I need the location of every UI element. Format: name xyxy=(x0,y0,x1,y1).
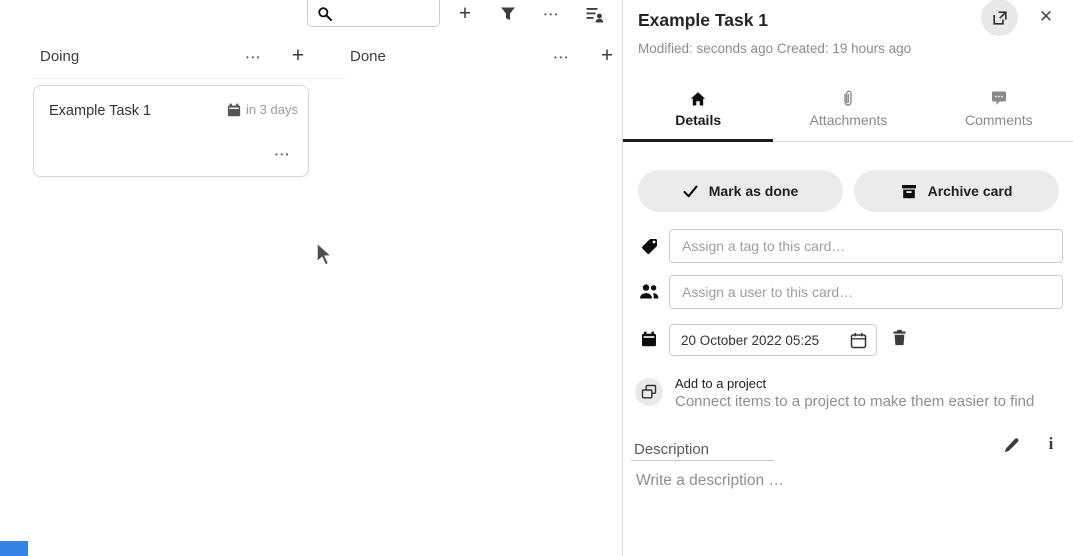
plus-icon: + xyxy=(292,46,304,66)
list-assignee-icon xyxy=(586,6,604,23)
task-card[interactable]: Example Task 1 in 3 days ••• xyxy=(33,85,309,177)
column-title-done: Done xyxy=(350,48,386,65)
board-menu-button[interactable]: ••• xyxy=(539,6,565,22)
mark-as-done-label: Mark as done xyxy=(709,183,798,199)
add-card-button[interactable]: + xyxy=(453,3,477,25)
add-to-project-button[interactable] xyxy=(635,378,663,406)
mark-as-done-button[interactable]: Mark as done xyxy=(638,170,843,212)
filter-funnel-icon xyxy=(500,6,516,22)
doing-column-menu-button[interactable]: ••• xyxy=(241,50,267,64)
search-box[interactable] xyxy=(307,0,440,27)
tag-icon xyxy=(641,237,659,255)
users-icon xyxy=(639,283,659,300)
info-icon: i xyxy=(1049,434,1054,453)
add-to-project-title: Add to a project xyxy=(675,376,766,391)
plus-icon: + xyxy=(601,46,613,66)
task-card-due: in 3 days xyxy=(227,102,298,117)
search-input[interactable] xyxy=(338,4,433,24)
paperclip-icon xyxy=(842,90,854,107)
more-icon: ••• xyxy=(275,150,291,159)
description-info-button[interactable]: i xyxy=(1041,434,1061,454)
tab-details[interactable]: Details xyxy=(623,82,773,141)
more-icon: ••• xyxy=(246,53,262,62)
description-underline xyxy=(631,460,774,461)
tab-label: Comments xyxy=(965,112,1033,128)
search-icon xyxy=(317,6,333,22)
task-details-panel: Example Task 1 Modified: seconds ago Cre… xyxy=(622,0,1073,556)
open-calendar-icon[interactable] xyxy=(850,332,867,349)
doing-add-card-button[interactable]: + xyxy=(287,45,309,67)
tab-comments[interactable]: Comments xyxy=(924,82,1073,141)
tab-label: Attachments xyxy=(810,112,888,128)
archive-card-button[interactable]: Archive card xyxy=(854,170,1059,212)
plus-icon: + xyxy=(459,4,471,24)
panel-meta: Modified: seconds ago Created: 19 hours … xyxy=(638,41,911,56)
filter-button[interactable] xyxy=(498,5,518,23)
mouse-cursor xyxy=(313,241,335,269)
more-icon: ••• xyxy=(544,10,560,19)
due-date-icon xyxy=(641,331,657,347)
description-placeholder[interactable]: Write a description … xyxy=(636,472,784,490)
add-to-project-subtitle: Connect items to a project to make them … xyxy=(675,393,1034,410)
comment-icon xyxy=(991,90,1007,107)
doing-column-separator xyxy=(33,78,345,79)
description-label: Description xyxy=(634,441,709,458)
board-view-toggle-button[interactable] xyxy=(584,4,606,24)
done-column-menu-button[interactable]: ••• xyxy=(549,50,575,64)
due-label: in 3 days xyxy=(246,102,298,117)
more-icon: ••• xyxy=(554,53,570,62)
assign-user-input[interactable] xyxy=(669,275,1063,309)
assign-tag-input[interactable] xyxy=(669,229,1063,263)
check-icon xyxy=(683,185,698,198)
column-title-doing: Doing xyxy=(40,48,79,65)
kanban-app-window: + ••• Doing ••• + Example Task 1 xyxy=(0,0,1073,556)
popout-button[interactable] xyxy=(981,0,1018,36)
due-date-value: 20 October 2022 05:25 xyxy=(681,333,819,348)
tab-label: Details xyxy=(675,112,721,128)
panel-tabs: Details Attachments Comments xyxy=(623,82,1073,142)
tab-attachments[interactable]: Attachments xyxy=(773,82,923,141)
home-icon xyxy=(690,90,706,107)
panel-title: Example Task 1 xyxy=(638,10,768,31)
calendar-icon xyxy=(227,103,241,117)
close-panel-button[interactable]: ✕ xyxy=(1033,4,1059,30)
due-date-field[interactable]: 20 October 2022 05:25 xyxy=(669,324,877,356)
archive-icon xyxy=(901,184,917,199)
close-icon: ✕ xyxy=(1039,7,1053,27)
archive-card-label: Archive card xyxy=(928,183,1013,199)
accent-block xyxy=(0,541,28,556)
card-actions: Mark as done Archive card xyxy=(638,170,1059,212)
task-card-title: Example Task 1 xyxy=(49,103,151,119)
edit-description-button[interactable] xyxy=(1003,437,1020,454)
done-add-card-button[interactable]: + xyxy=(596,45,618,67)
open-in-window-icon xyxy=(992,10,1008,26)
card-menu-button[interactable]: ••• xyxy=(270,147,296,161)
remove-date-button[interactable] xyxy=(891,329,908,346)
project-stack-icon xyxy=(641,384,657,400)
